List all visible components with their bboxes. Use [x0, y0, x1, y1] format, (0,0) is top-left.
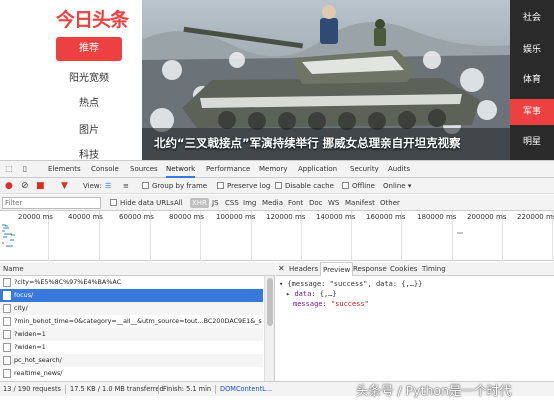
hero-image[interactable]: 北约“三叉戟接点”军演持续举行 挪威女总理亲自开坦克视察: [142, 0, 510, 160]
document-icon: [3, 278, 11, 287]
tab-security[interactable]: Security: [350, 161, 379, 178]
status-divider: [65, 385, 66, 394]
dom-content-loaded: DOMContentL...: [220, 385, 273, 393]
site-logo[interactable]: 今日头条: [56, 5, 129, 32]
document-icon: [3, 304, 11, 313]
request-count: 13 / 190 requests: [3, 385, 61, 393]
request-detail: ✕ Headers Preview Response Cookies Timin…: [276, 262, 554, 381]
request-list-scrollbar[interactable]: [264, 276, 274, 381]
tab-timing[interactable]: Timing: [422, 262, 446, 276]
timeline-bars: [2, 224, 463, 247]
tab-headers[interactable]: Headers: [289, 262, 318, 276]
request-row[interactable]: ?widen=1: [0, 341, 263, 354]
request-row[interactable]: ?min_behot_time=0&category=__all__&utm_s…: [0, 315, 263, 328]
site-sidebar: 今日头条 推荐 阳光宽频 热点 图片 科技: [0, 0, 142, 161]
request-row[interactable]: pc_hot_search/: [0, 354, 263, 367]
nav-item-images[interactable]: 图片: [56, 121, 122, 136]
filter-bar: Hide data URLs All XHR JS CSS Img Media …: [0, 195, 554, 211]
tab-performance[interactable]: Performance: [206, 161, 250, 178]
name-column-header[interactable]: Name: [0, 262, 275, 276]
close-icon[interactable]: ✕: [278, 262, 285, 276]
status-divider: [215, 385, 216, 394]
nav-item-hot[interactable]: 热点: [56, 94, 122, 109]
hero-caption[interactable]: 北约“三叉戟接点”军演持续举行 挪威女总理亲自开坦克视察: [154, 135, 461, 151]
view-label: View:: [83, 182, 102, 190]
devtools-tabs: ⬚ ▯ Elements Console Sources Network Per…: [0, 161, 554, 178]
nav-item-tech[interactable]: 科技: [56, 146, 122, 161]
detail-tabs: ✕ Headers Preview Response Cookies Timin…: [276, 262, 554, 276]
status-divider: [158, 385, 159, 394]
request-row[interactable]: realtime_news/: [0, 367, 263, 380]
tab-cookies[interactable]: Cookies: [390, 262, 417, 276]
finish-time: Finish: 5.1 min: [163, 385, 212, 393]
channel-list: 社会 娱乐 体育 军事 明星: [510, 0, 554, 160]
clear-icon[interactable]: ⊘: [21, 178, 29, 194]
nav-item-video[interactable]: 阳光宽频: [56, 69, 122, 84]
watermark: 头条号 / Python是一个时代: [356, 383, 512, 398]
tab-network[interactable]: Network: [166, 161, 196, 178]
request-row[interactable]: ?city=%E5%8C%97%E4%BA%AC: [0, 276, 263, 289]
news-site: 今日头条 推荐 阳光宽频 热点 图片 科技 北约“三叉戟接点”军演持续举行 挪威…: [0, 0, 554, 161]
document-icon: [3, 317, 11, 326]
hide-data-urls-checkbox[interactable]: Hide data URLs: [110, 195, 174, 211]
channel-military[interactable]: 军事: [510, 99, 554, 125]
request-list: Name ?city=%E5%8C%97%E4%BA%AC focus/ cit…: [0, 262, 275, 381]
preserve-log-checkbox[interactable]: Preserve log: [217, 178, 270, 194]
tab-application[interactable]: Application: [298, 161, 337, 178]
tab-console[interactable]: Console: [91, 161, 119, 178]
filter-input[interactable]: [2, 197, 101, 209]
tab-elements[interactable]: Elements: [48, 161, 81, 178]
tab-preview[interactable]: Preview: [320, 262, 354, 276]
request-row-selected[interactable]: focus/: [0, 289, 263, 302]
filter-type-font[interactable]: Font: [288, 195, 303, 211]
preview-root-line[interactable]: ▾ {message: "success", data: {,…}}: [279, 280, 422, 288]
request-row[interactable]: city/: [0, 302, 263, 315]
filter-type-manifest[interactable]: Manifest: [345, 195, 375, 211]
preview-message-line: message: "success": [293, 300, 369, 308]
group-by-frame-checkbox[interactable]: Group by frame: [142, 178, 207, 194]
preview-data-line[interactable]: ▸ data: {,…}: [286, 290, 337, 298]
screenshot-root: { "site": { "logo": "今日头条", "nav_items":…: [0, 0, 554, 407]
document-icon: [3, 356, 11, 365]
filter-type-doc[interactable]: Doc: [309, 195, 323, 211]
filter-type-xhr[interactable]: XHR: [190, 198, 209, 208]
document-icon: [3, 330, 11, 339]
filter-icon[interactable]: ▼: [61, 178, 68, 194]
channel-society[interactable]: 社会: [510, 5, 554, 31]
camera-icon[interactable]: ■: [36, 178, 45, 194]
channel-entertainment[interactable]: 娱乐: [510, 37, 554, 63]
request-row[interactable]: ?widen=1: [0, 328, 263, 341]
channel-stars[interactable]: 明星: [510, 129, 554, 155]
document-icon: [3, 291, 11, 300]
tab-response[interactable]: Response: [353, 262, 387, 276]
device-toolbar-icon[interactable]: ▯: [20, 164, 30, 174]
disable-cache-checkbox[interactable]: Disable cache: [275, 178, 334, 194]
list-view-icon[interactable]: ☰: [105, 178, 111, 194]
devtools-panel: ⬚ ▯ Elements Console Sources Network Per…: [0, 160, 554, 407]
waterfall-view-icon[interactable]: ≡: [123, 178, 129, 194]
network-toolbar: ● ⊘ ■ ▼ View: ☰ ≡ Group by frame Preserv…: [0, 178, 554, 194]
throttle-select[interactable]: Online ▾: [383, 178, 411, 194]
filter-type-all[interactable]: All: [174, 195, 183, 211]
filter-type-ws[interactable]: WS: [328, 195, 339, 211]
transferred-size: 17.5 KB / 1.0 MB transferred: [70, 385, 164, 393]
document-icon: [3, 369, 11, 378]
nav-item-recommend[interactable]: 推荐: [56, 37, 122, 61]
inspect-icon[interactable]: ⬚: [4, 164, 14, 174]
timeline-overview[interactable]: 20000 ms 40000 ms 60000 ms 80000 ms 1000…: [0, 211, 554, 261]
filter-type-other[interactable]: Other: [380, 195, 400, 211]
document-icon: [3, 343, 11, 352]
record-icon[interactable]: ●: [5, 178, 13, 194]
scrollbar-thumb[interactable]: [267, 278, 273, 326]
json-preview: ▾ {message: "success", data: {,…}} ▸ dat…: [276, 278, 554, 378]
offline-checkbox[interactable]: Offline: [342, 178, 375, 194]
filter-type-js[interactable]: JS: [212, 195, 219, 211]
filter-type-media[interactable]: Media: [262, 195, 283, 211]
tab-audits[interactable]: Audits: [388, 161, 410, 178]
tab-memory[interactable]: Memory: [259, 161, 287, 178]
tab-sources[interactable]: Sources: [130, 161, 158, 178]
channel-sports[interactable]: 体育: [510, 67, 554, 93]
filter-type-img[interactable]: Img: [243, 195, 256, 211]
filter-type-css[interactable]: CSS: [225, 195, 239, 211]
